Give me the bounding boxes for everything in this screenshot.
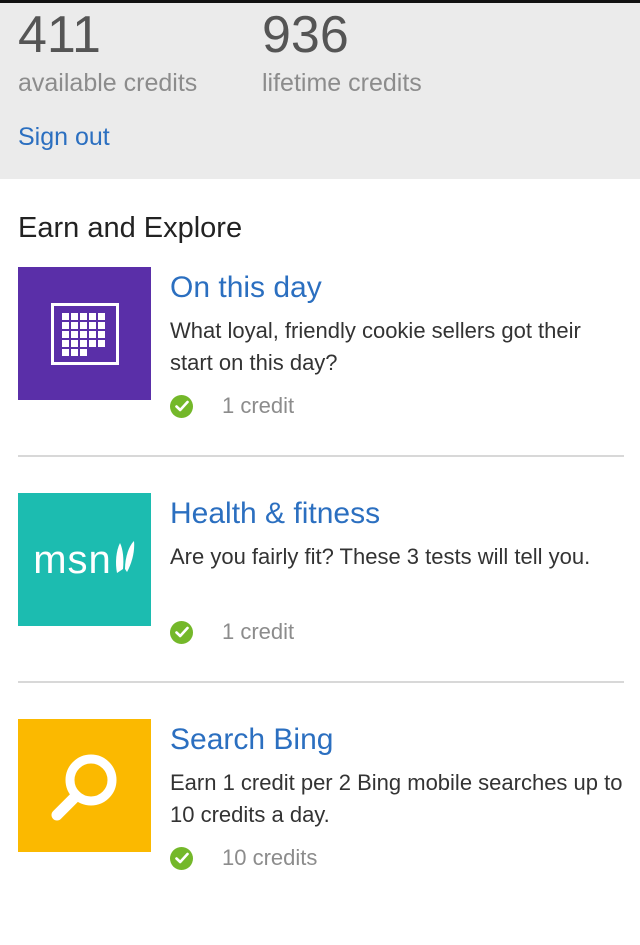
check-icon (170, 620, 193, 644)
section-title: Earn and Explore (18, 212, 243, 244)
offer-card-on-this-day[interactable]: On this day What loyal, friendly cookie … (0, 267, 640, 493)
lifetime-credits-value: 936 (262, 6, 349, 64)
msn-logo-text: msn (33, 537, 112, 582)
calendar-icon (50, 302, 119, 365)
divider (18, 455, 624, 457)
offer-title[interactable]: Search Bing (170, 725, 333, 755)
divider (18, 681, 624, 683)
offer-title[interactable]: On this day (170, 273, 322, 303)
msn-logo: msn (33, 540, 136, 580)
search-icon (51, 754, 116, 820)
offer-tile[interactable] (18, 267, 151, 400)
offer-credit-row: 10 credits (170, 845, 317, 871)
offer-credits: 1 credit (222, 619, 295, 644)
check-icon (170, 846, 193, 870)
offer-credit-row: 1 credit (170, 619, 294, 645)
available-credits-value: 411 (18, 6, 101, 64)
offer-description: Are you fairly fit? These 3 tests will t… (170, 544, 591, 569)
lifetime-credits-label: lifetime credits (262, 69, 422, 97)
offer-tile[interactable]: msn (18, 493, 151, 626)
offer-title[interactable]: Health & fitness (170, 499, 380, 529)
offer-description: Earn 1 credit per 2 Bing mobile searches… (170, 770, 623, 827)
butterfly-icon (115, 540, 134, 573)
sign-out-link[interactable]: Sign out (18, 125, 110, 150)
offer-credit-row: 1 credit (170, 393, 294, 419)
offer-credits: 1 credit (222, 393, 295, 418)
check-icon (170, 394, 193, 418)
available-credits-label: available credits (18, 69, 198, 97)
offer-card-search-bing[interactable]: Search Bing Earn 1 credit per 2 Bing mob… (0, 719, 640, 945)
offer-description: What loyal, friendly cookie sellers got … (170, 318, 581, 375)
credits-summary-panel: 411 available credits 936 lifetime credi… (0, 3, 640, 179)
offer-tile[interactable] (18, 719, 151, 852)
offer-card-health-fitness[interactable]: msn Health & fitness Are you fairly fit?… (0, 493, 640, 719)
offer-credits: 10 credits (222, 845, 318, 870)
